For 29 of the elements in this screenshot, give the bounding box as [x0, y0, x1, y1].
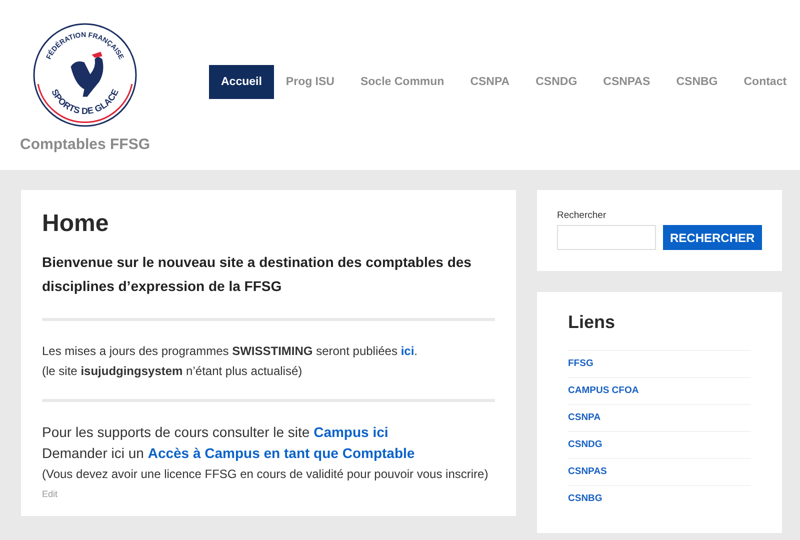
nav-link[interactable]: Prog ISU — [274, 65, 346, 99]
nav-link[interactable]: CSNDG — [524, 65, 590, 99]
sidebar-link[interactable]: FFSG — [568, 350, 751, 377]
nav-link[interactable]: CSNBG — [664, 65, 730, 99]
link[interactable]: Accès à Campus en tant que Comptable — [148, 445, 415, 461]
search-label: Rechercher — [557, 210, 608, 221]
paragraph: (le site isujudgingsystem n’étant plus actualisé) — [42, 363, 304, 380]
sidebar-link[interactable]: CSNDG — [568, 431, 751, 458]
link[interactable]: ici — [400, 344, 414, 358]
link[interactable]: Campus ici — [314, 424, 388, 440]
nav-link[interactable]: CSNPAS — [591, 65, 662, 99]
nav-link[interactable]: Contact — [732, 65, 799, 99]
sidebar-link[interactable]: CSNPAS — [568, 458, 751, 485]
paragraph: Pour les supports de cours consulter le site Campus ici — [42, 423, 390, 442]
sidebar-link[interactable]: CSNPA — [568, 404, 751, 431]
search-button[interactable]: RECHERCHER — [663, 225, 762, 250]
nav-link[interactable]: CSNPA — [458, 65, 522, 99]
search-field[interactable] — [557, 225, 656, 250]
nav-link[interactable]: Socle Commun — [348, 65, 456, 99]
paragraph: Les mises a jours des programmes SWISSTIMING seront publiées ici. — [42, 343, 418, 360]
nav-link[interactable]: Accueil — [209, 65, 274, 99]
paragraph: (Vous devez avoir une licence FFSG en cours de validité pour pouvoir vous inscrire) — [42, 466, 490, 483]
site-title: Comptables FFSG — [20, 136, 150, 153]
intro-text: Bienvenue sur le nouveau site a destination des comptables des disciplines d’expression de la FFSG — [42, 253, 472, 296]
sidebar-link[interactable]: CAMPUS CFOA — [568, 377, 751, 404]
links-title: Liens — [568, 312, 616, 333]
page-title: Home — [42, 210, 110, 238]
paragraph: Demander ici un Accès à Campus en tant que Comptable — [42, 444, 416, 463]
sidebar-link[interactable]: CSNBG — [568, 485, 751, 512]
